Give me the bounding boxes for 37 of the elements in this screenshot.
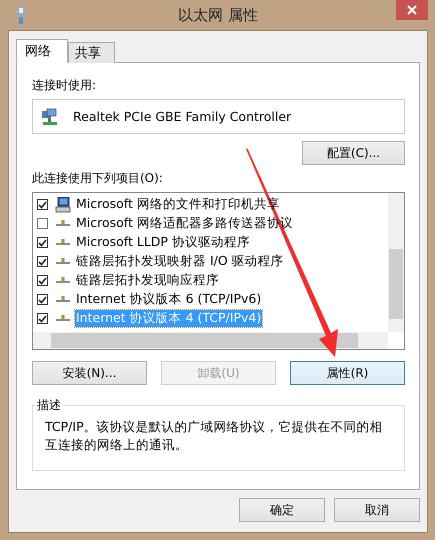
vertical-scrollbar[interactable] xyxy=(388,193,404,332)
description-text: TCP/IP。该协议是默认的广域网络协议，它提供在不同的相互连接的网络上的通讯。 xyxy=(45,418,384,454)
checkbox[interactable] xyxy=(37,218,48,229)
items-label: 此连接使用下列项目(O): xyxy=(32,170,164,187)
checkbox[interactable] xyxy=(37,294,48,305)
checkbox[interactable] xyxy=(37,313,48,324)
list-item[interactable]: Microsoft LLDP 协议驱动程序 xyxy=(75,234,251,251)
item-action-button[interactable]: 属性(R) xyxy=(290,361,405,385)
list-item[interactable]: 链路层拓扑发现响应程序 xyxy=(75,272,220,289)
list-item[interactable]: 链路层拓扑发现映射器 I/O 驱动程序 xyxy=(75,253,285,270)
network-node-icon xyxy=(55,220,71,228)
network-node-icon xyxy=(55,238,71,246)
network-node-icon xyxy=(55,296,71,304)
configure-button[interactable]: 配置(C)... xyxy=(302,141,405,165)
tab[interactable]: 共享 xyxy=(68,42,115,63)
checkbox[interactable] xyxy=(37,275,48,286)
network-adapter-icon xyxy=(41,108,59,126)
adapter-name: Realtek PCIe GBE Family Controller xyxy=(73,109,292,124)
network-node-icon xyxy=(55,258,71,266)
tab[interactable]: 网络 xyxy=(16,39,68,63)
description-legend: 描述 xyxy=(35,397,63,414)
close-button[interactable] xyxy=(396,0,428,20)
network-cable-icon xyxy=(16,6,26,24)
close-icon xyxy=(407,5,417,15)
window-title: 以太网 属性 xyxy=(178,6,258,24)
list-item[interactable]: Internet 协议版本 6 (TCP/IPv6) xyxy=(75,291,262,308)
horizontal-scrollbar[interactable] xyxy=(33,332,388,349)
checkbox[interactable] xyxy=(37,256,48,267)
dialog-button[interactable]: 确定 xyxy=(239,498,325,522)
checkbox[interactable] xyxy=(37,237,48,248)
computer-icon xyxy=(55,196,71,212)
checkbox[interactable] xyxy=(37,199,48,210)
item-action-button[interactable]: 安装(N)... xyxy=(32,361,147,385)
dialog-button[interactable]: 取消 xyxy=(334,498,420,522)
network-node-icon xyxy=(55,314,71,322)
network-node-icon xyxy=(55,276,71,284)
connect-using-label: 连接时使用: xyxy=(32,77,98,94)
